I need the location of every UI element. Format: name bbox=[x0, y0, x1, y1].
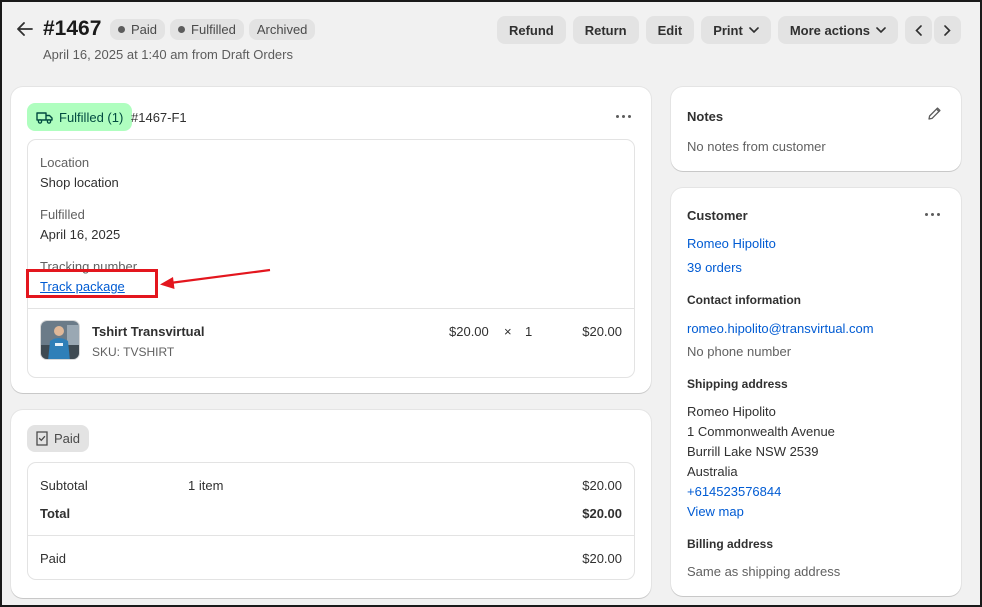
customer-more-icon[interactable] bbox=[925, 208, 945, 220]
notes-text: No notes from customer bbox=[687, 139, 826, 154]
shipping-line: Burrill Lake NSW 2539 bbox=[687, 444, 819, 459]
total-value: $20.00 bbox=[582, 506, 622, 521]
contact-title: Contact information bbox=[687, 293, 801, 307]
product-name[interactable]: Tshirt Transvirtual bbox=[92, 324, 204, 339]
fulfilled-status-badge: Fulfilled (1) bbox=[27, 103, 133, 131]
customer-card: Customer Romeo Hipolito 39 orders Contac… bbox=[671, 188, 961, 596]
customer-email-link[interactable]: romeo.hipolito@transvirtual.com bbox=[687, 321, 874, 336]
track-package-link[interactable]: Track package bbox=[40, 279, 125, 294]
notes-title: Notes bbox=[687, 109, 724, 124]
previous-order-button[interactable] bbox=[905, 16, 932, 44]
divider bbox=[28, 308, 634, 309]
archived-badge: Archived bbox=[248, 19, 316, 40]
order-pager bbox=[905, 16, 961, 44]
shipping-title: Shipping address bbox=[687, 377, 788, 391]
payment-summary: Subtotal 1 item $20.00 Total $20.00 Paid… bbox=[27, 462, 635, 580]
customer-title: Customer bbox=[687, 208, 748, 223]
fulfilled-date: April 16, 2025 bbox=[40, 227, 121, 242]
subtotal-items: 1 item bbox=[188, 478, 224, 493]
page-header: #1467 Paid Fulfilled Archived April 16, … bbox=[0, 0, 982, 80]
customer-orders-link[interactable]: 39 orders bbox=[687, 260, 742, 275]
billing-text: Same as shipping address bbox=[687, 564, 841, 579]
paid-value: $20.00 bbox=[582, 551, 622, 566]
subtotal-value: $20.00 bbox=[582, 478, 622, 493]
subtotal-label: Subtotal bbox=[40, 478, 88, 493]
product-sku: SKU: TVSHIRT bbox=[92, 345, 175, 359]
shipping-phone-link[interactable]: +614523576844 bbox=[687, 484, 781, 499]
location-label: Location bbox=[40, 155, 90, 170]
customer-phone: No phone number bbox=[687, 344, 792, 359]
order-title: #1467 bbox=[43, 17, 102, 40]
fulfilled-label: Fulfilled bbox=[40, 207, 85, 222]
fulfillment-more-icon[interactable] bbox=[616, 110, 636, 122]
fulfilled-badge: Fulfilled bbox=[170, 19, 244, 40]
chevron-right-icon bbox=[944, 24, 951, 36]
view-map-link[interactable]: View map bbox=[687, 504, 744, 519]
shipping-line: Romeo Hipolito bbox=[687, 404, 776, 419]
payment-card: Paid Subtotal 1 item $20.00 Total $20.00… bbox=[11, 410, 651, 598]
refund-button[interactable]: Refund bbox=[496, 16, 566, 44]
order-date: April 16, 2025 at 1:40 am from Draft Ord… bbox=[43, 47, 293, 62]
next-order-button[interactable] bbox=[934, 16, 961, 44]
divider bbox=[28, 535, 634, 536]
order-badges: Paid Fulfilled Archived bbox=[110, 19, 316, 40]
shipping-line: Australia bbox=[687, 464, 738, 479]
header-actions: Refund Return Edit Print More actions bbox=[496, 16, 961, 44]
back-arrow-icon[interactable] bbox=[14, 18, 36, 40]
truck-icon bbox=[36, 111, 53, 124]
print-button[interactable]: Print bbox=[701, 16, 771, 44]
product-price: $20.00 bbox=[449, 324, 489, 339]
fulfillment-code: #1467-F1 bbox=[131, 110, 187, 125]
return-button[interactable]: Return bbox=[572, 16, 639, 44]
total-label: Total bbox=[40, 506, 71, 521]
paid-badge: Paid bbox=[110, 19, 166, 40]
paid-label: Paid bbox=[40, 551, 67, 566]
shipping-line: 1 Commonwealth Avenue bbox=[687, 424, 835, 439]
pencil-edit-icon[interactable] bbox=[927, 106, 942, 124]
status-dot-icon bbox=[178, 26, 186, 33]
quantity-times: × bbox=[504, 324, 512, 339]
paid-status-badge: Paid bbox=[27, 425, 90, 452]
receipt-check-icon bbox=[36, 431, 48, 446]
tracking-label: Tracking number bbox=[40, 259, 138, 274]
billing-title: Billing address bbox=[687, 537, 774, 551]
product-quantity: 1 bbox=[525, 324, 533, 339]
location-value: Shop location bbox=[40, 175, 119, 190]
chevron-down-icon bbox=[749, 27, 759, 33]
chevron-left-icon bbox=[915, 24, 922, 36]
product-total: $20.00 bbox=[582, 324, 622, 339]
chevron-down-icon bbox=[876, 27, 886, 33]
edit-button[interactable]: Edit bbox=[645, 16, 695, 44]
more-actions-button[interactable]: More actions bbox=[777, 16, 898, 44]
product-thumbnail[interactable] bbox=[40, 320, 80, 360]
notes-card: Notes No notes from customer bbox=[671, 87, 961, 171]
fulfillment-details: Location Shop location Fulfilled April 1… bbox=[27, 139, 635, 378]
status-dot-icon bbox=[118, 26, 125, 33]
customer-name-link[interactable]: Romeo Hipolito bbox=[687, 236, 776, 251]
fulfillment-card: Fulfilled (1) #1467-F1 Location Shop loc… bbox=[11, 87, 651, 393]
